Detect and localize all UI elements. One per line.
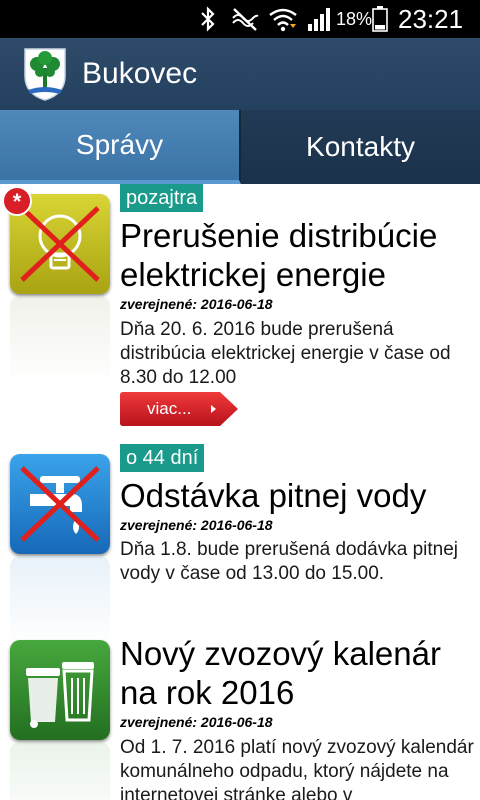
app-title: Bukovec [82,57,198,90]
tab-spravy[interactable]: Správy [0,110,241,184]
news-list[interactable]: * pozajtra Prerušenie distribúcie elektr… [0,184,480,800]
waste-bins-icon [10,640,110,740]
icon-reflection [10,556,110,646]
clock: 23:21 [398,4,464,34]
icon-reflection [10,296,110,386]
tab-kontakty[interactable]: Kontakty [241,110,480,184]
news-title: Nový zvozový kalenár na rok 2016 [120,635,441,711]
battery-icon [372,6,388,32]
coat-of-arms-icon [24,48,66,101]
tab-bar: Správy Kontakty [0,110,480,184]
list-item[interactable]: o 44 dní Odstávka pitnej vody zverejnené… [0,444,480,646]
deadline-badge: o 44 dní [120,444,205,472]
more-button-label: viac... [147,399,192,418]
published-date: zverejnené: 2016-06-18 [120,714,273,730]
list-item[interactable]: * pozajtra Prerušenie distribúcie elektr… [0,184,480,444]
published-date: zverejnené: 2016-06-18 [120,296,273,312]
new-item-badge: * [2,186,32,216]
news-description: Dňa 1.8. bude prerušená dodávka pitnej v… [120,539,459,584]
bluetooth-icon [201,6,215,32]
battery-percent: 18% [336,9,373,29]
status-bar: 18% 23:21 [0,0,480,38]
wifi-icon [269,8,297,32]
water-tap-crossed-icon [10,454,110,554]
news-description: Od 1. 7. 2016 platí nový zvozový kalendá… [120,737,474,800]
news-description: Dňa 20. 6. 2016 bude prerušená distribúc… [120,319,451,388]
app-bar: Bukovec [0,38,480,110]
published-date: zverejnené: 2016-06-18 [120,517,273,533]
deadline-badge: pozajtra [120,184,204,212]
mute-icon [232,8,259,31]
list-item[interactable]: Nový zvozový kalenár na rok 2016 zverejn… [0,634,480,800]
news-title: Odstávka pitnej vody [120,477,427,514]
news-title: Prerušenie distribúcie elektrickej energ… [120,217,438,293]
more-button[interactable]: viac... [120,392,238,426]
signal-icon [308,8,330,31]
icon-reflection [10,742,110,800]
